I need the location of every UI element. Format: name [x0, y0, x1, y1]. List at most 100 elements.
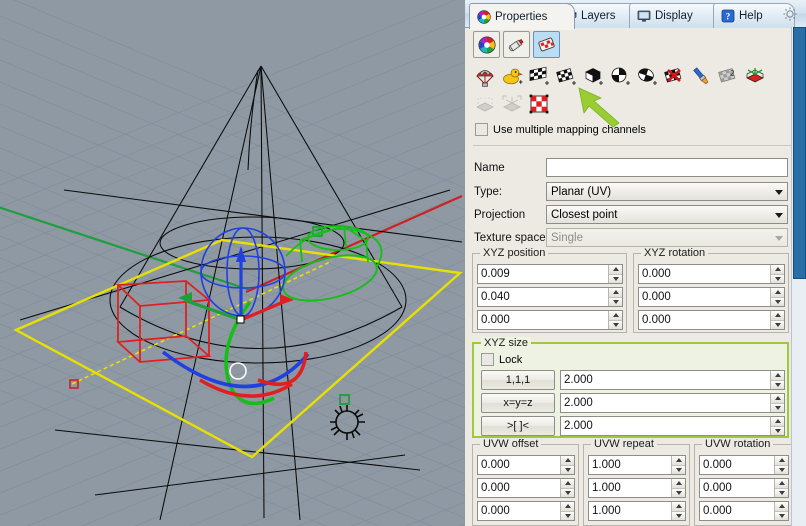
size-fit-button-label: >[ ]<: [507, 420, 529, 432]
size-unit-button[interactable]: 1,1,1: [481, 370, 555, 390]
uvw-offset-title: UVW offset: [480, 438, 541, 450]
xyz-position-y-spinner[interactable]: [608, 288, 622, 306]
uvw-repeat-w-spinner[interactable]: [671, 502, 685, 520]
xyz-rotation-y-field[interactable]: 0.000: [638, 287, 785, 307]
type-dropdown[interactable]: Planar (UV): [546, 182, 788, 201]
tab-properties-label: Properties: [495, 11, 547, 23]
custom-mapping-button[interactable]: [499, 63, 525, 88]
duck-mapping-icon: [501, 65, 523, 87]
xyz-size-x-value: 2.000: [561, 371, 770, 389]
texture-mapping-icon: [537, 35, 556, 54]
uvw-offset-v-field[interactable]: 0.000: [477, 478, 575, 498]
uvw-rotation-group: UVW rotation 0.000 0.000 0.000: [694, 444, 800, 526]
xyz-rotation-z-value: 0.000: [639, 311, 770, 329]
xyz-rotation-z-field[interactable]: 0.000: [638, 310, 785, 330]
projection-label: Projection: [474, 209, 525, 221]
texture-mapping-button[interactable]: [533, 31, 560, 58]
uvw-repeat-v-spinner[interactable]: [671, 479, 685, 497]
type-value: Planar (UV): [551, 186, 611, 198]
xyz-size-title: XYZ size: [481, 337, 531, 349]
xyz-size-y-field[interactable]: 2.000: [560, 393, 785, 413]
mapping-channel-button[interactable]: 2: [715, 63, 741, 88]
xyz-position-z-field[interactable]: 0.000: [477, 310, 623, 330]
xyz-size-y-spinner[interactable]: [770, 394, 784, 412]
color-wheel-icon: [478, 36, 496, 54]
use-multiple-mapping-channels-row[interactable]: Use multiple mapping channels: [475, 123, 646, 136]
xyz-size-x-spinner[interactable]: [770, 371, 784, 389]
apply-uv-icon: [501, 93, 523, 115]
planar-mapping-button[interactable]: [526, 63, 552, 88]
checker-icon: [528, 93, 550, 115]
surface-mapping-button[interactable]: [472, 63, 498, 88]
tab-layers-label: Layers: [581, 10, 616, 22]
uvw-rotation-w-spinner[interactable]: [774, 502, 788, 520]
xyz-rotation-z-spinner[interactable]: [770, 311, 784, 329]
lock-checkbox[interactable]: [481, 353, 494, 366]
xyz-position-y-field[interactable]: 0.040: [477, 287, 623, 307]
material-color-wheel-button[interactable]: [473, 31, 500, 58]
name-input[interactable]: [546, 158, 788, 177]
projection-value: Closest point: [551, 209, 617, 221]
uvw-rotation-u-field[interactable]: 0.000: [699, 455, 789, 475]
tab-help-label: Help: [739, 10, 763, 22]
projection-dropdown[interactable]: Closest point: [546, 205, 788, 224]
texture-space-dropdown[interactable]: Single: [546, 228, 788, 247]
gear-icon[interactable]: [782, 6, 798, 22]
uvw-rotation-w-value: 0.000: [700, 502, 774, 520]
lock-row[interactable]: Lock: [481, 353, 522, 366]
xyz-position-x-spinner[interactable]: [608, 265, 622, 283]
size-fit-button[interactable]: >[ ]<: [481, 416, 555, 436]
planar-mapping-icon: [528, 65, 550, 87]
texture-space-value: Single: [551, 232, 583, 244]
xyz-position-title: XYZ position: [480, 247, 548, 259]
uvw-offset-u-field[interactable]: 0.000: [477, 455, 575, 475]
uvw-rotation-v-spinner[interactable]: [774, 479, 788, 497]
uvw-offset-u-spinner[interactable]: [560, 456, 574, 474]
cylinder-mapping-button[interactable]: [634, 63, 660, 88]
uvw-repeat-title: UVW repeat: [591, 438, 657, 450]
apply-uv-button[interactable]: [499, 91, 525, 116]
uvw-repeat-u-field[interactable]: 1.000: [588, 455, 686, 475]
paint-tube-icon: [507, 35, 526, 54]
paint-tube-button[interactable]: [503, 31, 530, 58]
panel-vertical-scrollbar[interactable]: [791, 27, 806, 526]
panel-scroll-thumb[interactable]: [793, 27, 806, 279]
use-multiple-mapping-channels-checkbox[interactable]: [475, 123, 488, 136]
xyz-position-x-field[interactable]: 0.009: [477, 264, 623, 284]
uvw-repeat-v-field[interactable]: 1.000: [588, 478, 686, 498]
xyz-size-z-field[interactable]: 2.000: [560, 416, 785, 436]
size-uniform-button[interactable]: x=y=z: [481, 393, 555, 413]
uvw-rotation-v-field[interactable]: 0.000: [699, 478, 789, 498]
help-icon: ?: [721, 9, 735, 23]
xyz-rotation-x-spinner[interactable]: [770, 265, 784, 283]
xyz-rotation-x-field[interactable]: 0.000: [638, 264, 785, 284]
application-window: Properties Layers Display: [0, 0, 806, 526]
remove-mapping-button[interactable]: [661, 63, 687, 88]
uvw-rotation-u-spinner[interactable]: [774, 456, 788, 474]
xyz-position-y-value: 0.040: [478, 288, 608, 306]
show-mapping-widget-button[interactable]: [742, 63, 768, 88]
uvw-offset-v-spinner[interactable]: [560, 479, 574, 497]
perspective-viewport[interactable]: [0, 0, 465, 526]
xyz-position-z-spinner[interactable]: [608, 311, 622, 329]
tab-properties[interactable]: Properties: [469, 3, 575, 29]
uvw-offset-w-spinner[interactable]: [560, 502, 574, 520]
xyz-size-x-field[interactable]: 2.000: [560, 370, 785, 390]
properties-panel: Properties Layers Display: [465, 0, 806, 526]
uvw-rotation-w-field[interactable]: 0.000: [699, 501, 789, 521]
paint-mapping-button[interactable]: [688, 63, 714, 88]
size-uniform-button-label: x=y=z: [503, 397, 532, 409]
brush-icon: [690, 65, 712, 87]
mapping-widget-icon: [744, 65, 766, 87]
checker-preview-button[interactable]: [526, 91, 552, 116]
xyz-size-z-spinner[interactable]: [770, 417, 784, 435]
unwrap-mapping-button[interactable]: [472, 91, 498, 116]
xyz-position-z-value: 0.000: [478, 311, 608, 329]
xyz-rotation-y-spinner[interactable]: [770, 288, 784, 306]
uvw-repeat-w-field[interactable]: 1.000: [588, 501, 686, 521]
uvw-repeat-u-spinner[interactable]: [671, 456, 685, 474]
uvw-offset-w-field[interactable]: 0.000: [477, 501, 575, 521]
xyz-size-y-value: 2.000: [561, 394, 770, 412]
uvw-rotation-u-value: 0.000: [700, 456, 774, 474]
mapping-toolbar-row-2: [472, 91, 553, 116]
